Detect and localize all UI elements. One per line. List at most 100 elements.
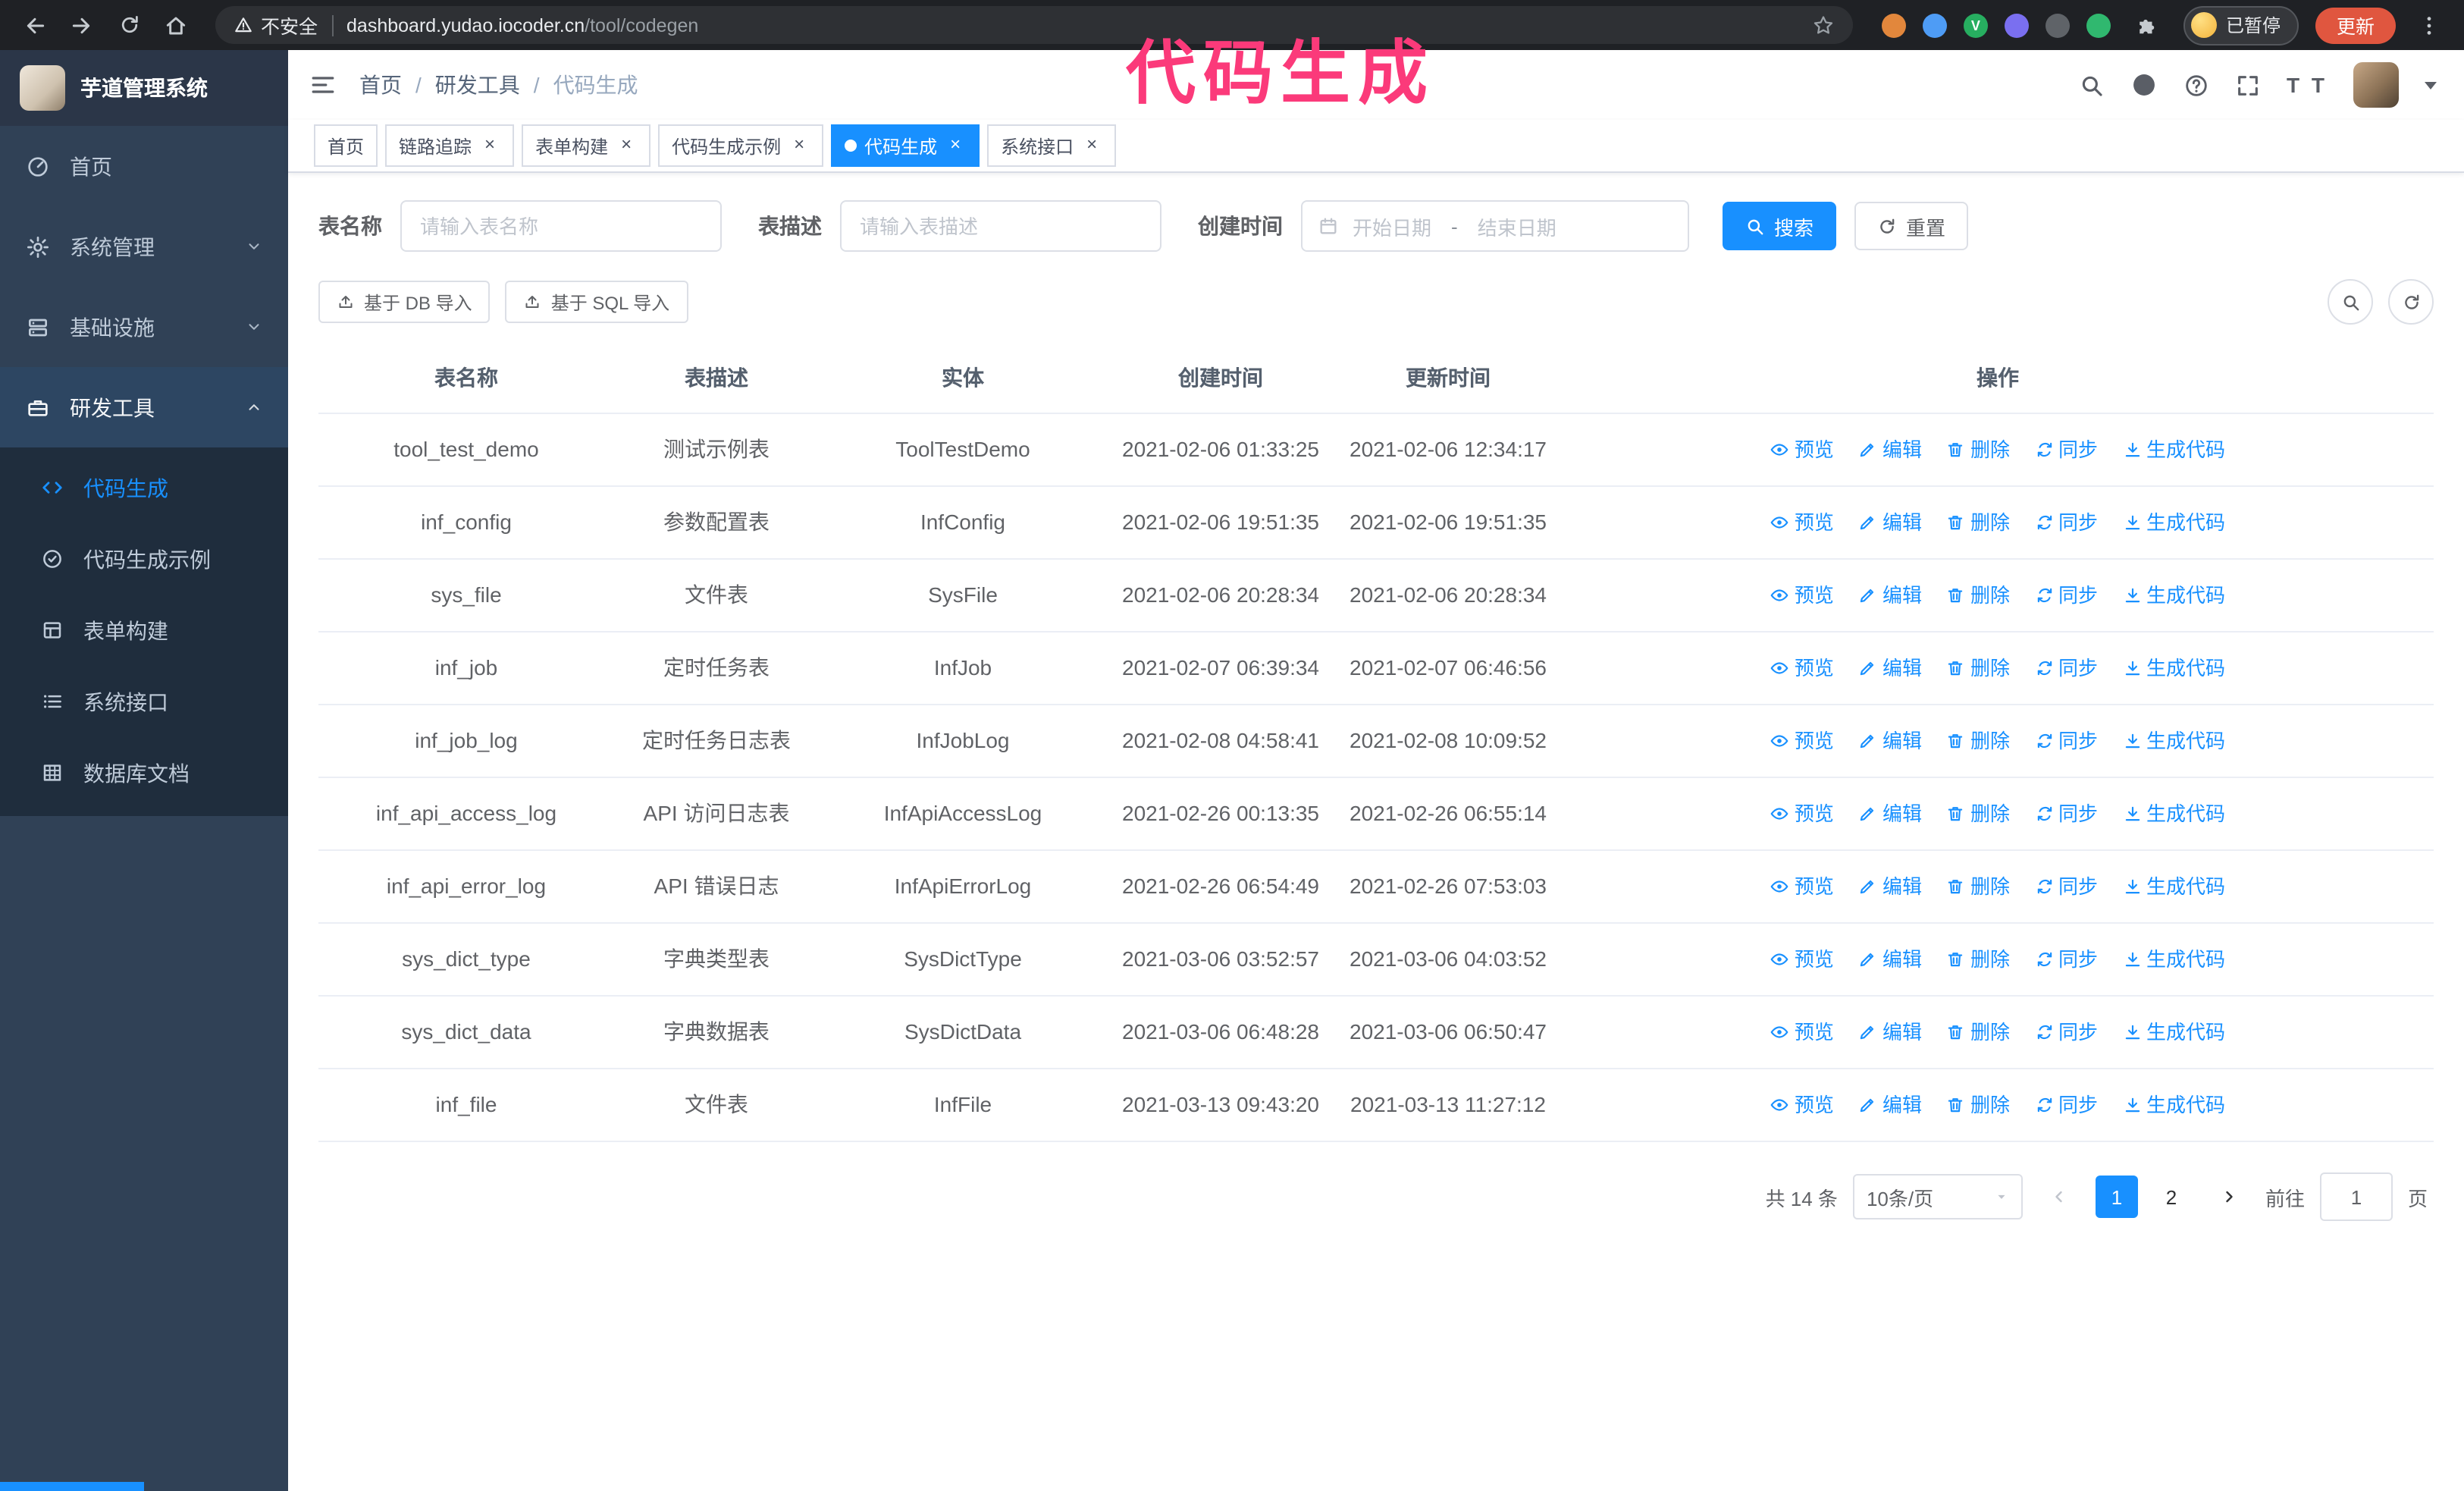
action-preview[interactable]: 预览 [1770, 1018, 1834, 1047]
search-icon[interactable] [2079, 72, 2105, 98]
action-preview[interactable]: 预览 [1770, 654, 1834, 683]
action-edit[interactable]: 编辑 [1858, 654, 1922, 683]
action-preview[interactable]: 预览 [1770, 1091, 1834, 1120]
sidebar-item-infra[interactable]: 基础设施 [0, 287, 288, 367]
sidebar-toggle[interactable] [309, 71, 337, 99]
action-delete[interactable]: 删除 [1946, 508, 2010, 538]
action-delete[interactable]: 删除 [1946, 654, 2010, 683]
action-delete[interactable]: 删除 [1946, 1091, 2010, 1120]
logo[interactable]: 芋道管理系统 [0, 50, 288, 126]
action-generate[interactable]: 生成代码 [2122, 508, 2225, 538]
action-sync[interactable]: 同步 [2034, 727, 2098, 756]
action-sync[interactable]: 同步 [2034, 581, 2098, 611]
browser-reload-button[interactable] [109, 5, 149, 45]
tab-codegen-example[interactable]: 代码生成示例 × [658, 124, 824, 167]
action-edit[interactable]: 编辑 [1858, 1018, 1922, 1047]
action-edit[interactable]: 编辑 [1858, 799, 1922, 829]
action-edit[interactable]: 编辑 [1858, 508, 1922, 538]
extension-icon-6[interactable] [2086, 13, 2111, 37]
action-generate[interactable]: 生成代码 [2122, 581, 2225, 611]
action-edit[interactable]: 编辑 [1858, 1091, 1922, 1120]
sidebar-subitem-api[interactable]: 系统接口 [0, 666, 288, 737]
toggle-search-button[interactable] [2328, 279, 2373, 325]
action-sync[interactable]: 同步 [2034, 654, 2098, 683]
action-generate[interactable]: 生成代码 [2122, 727, 2225, 756]
tab-close-icon[interactable]: × [945, 134, 966, 156]
reset-button[interactable]: 重置 [1854, 202, 1969, 250]
action-sync[interactable]: 同步 [2034, 435, 2098, 465]
action-preview[interactable]: 预览 [1770, 508, 1834, 538]
action-generate[interactable]: 生成代码 [2122, 1018, 2225, 1047]
action-delete[interactable]: 删除 [1946, 799, 2010, 829]
page-number-button[interactable]: 2 [2149, 1176, 2193, 1218]
action-generate[interactable]: 生成代码 [2122, 945, 2225, 975]
avatar[interactable] [2353, 62, 2399, 108]
page-number-button[interactable]: 1 [2095, 1176, 2138, 1218]
action-preview[interactable]: 预览 [1770, 727, 1834, 756]
action-preview[interactable]: 预览 [1770, 945, 1834, 975]
extension-icon-2[interactable] [1922, 13, 1947, 37]
action-generate[interactable]: 生成代码 [2122, 654, 2225, 683]
extensions-puzzle-icon[interactable] [2127, 5, 2167, 45]
action-generate[interactable]: 生成代码 [2122, 799, 2225, 829]
action-generate[interactable]: 生成代码 [2122, 872, 2225, 902]
action-preview[interactable]: 预览 [1770, 581, 1834, 611]
sidebar-subitem-codegen[interactable]: 代码生成 [0, 452, 288, 523]
avatar-caret-icon[interactable] [2425, 81, 2437, 89]
breadcrumb-item[interactable]: 首页 [359, 70, 402, 100]
profile-paused-chip[interactable]: 已暂停 [2183, 5, 2299, 45]
tab-close-icon[interactable]: × [788, 134, 810, 156]
extension-icon-5[interactable] [2045, 13, 2070, 37]
action-generate[interactable]: 生成代码 [2122, 435, 2225, 465]
address-bar[interactable]: 不安全 dashboard.yudao.iocoder.cn/tool/code… [215, 6, 1853, 44]
extension-icon-1[interactable] [1881, 13, 1906, 37]
breadcrumb-item[interactable]: 研发工具 [435, 70, 520, 100]
extension-icon-3[interactable]: V [1963, 13, 1988, 37]
sidebar-item-system[interactable]: 系统管理 [0, 206, 288, 287]
action-delete[interactable]: 删除 [1946, 1018, 2010, 1047]
next-page-button[interactable] [2207, 1176, 2250, 1218]
refresh-table-button[interactable] [2388, 279, 2434, 325]
browser-home-button[interactable] [156, 5, 196, 45]
action-edit[interactable]: 编辑 [1858, 945, 1922, 975]
goto-page-input[interactable] [2319, 1172, 2393, 1221]
sidebar-item-home[interactable]: 首页 [0, 126, 288, 206]
action-delete[interactable]: 删除 [1946, 872, 2010, 902]
date-range-picker[interactable]: 开始日期 - 结束日期 [1301, 200, 1689, 252]
security-warning[interactable]: 不安全 [234, 11, 318, 39]
action-sync[interactable]: 同步 [2034, 872, 2098, 902]
browser-forward-button[interactable] [62, 5, 102, 45]
action-edit[interactable]: 编辑 [1858, 581, 1922, 611]
action-edit[interactable]: 编辑 [1858, 727, 1922, 756]
tab-home[interactable]: 首页 [314, 124, 378, 167]
browser-back-button[interactable] [15, 5, 55, 45]
browser-update-button[interactable]: 更新 [2315, 7, 2396, 43]
font-size-icon[interactable]: T T [2287, 73, 2328, 97]
sidebar-subitem-form-builder[interactable]: 表单构建 [0, 595, 288, 666]
tab-codegen[interactable]: 代码生成 × [831, 124, 980, 167]
extension-icon-4[interactable] [2004, 13, 2029, 37]
action-delete[interactable]: 删除 [1946, 945, 2010, 975]
prev-page-button[interactable] [2037, 1176, 2080, 1218]
github-icon[interactable] [2130, 71, 2158, 99]
action-edit[interactable]: 编辑 [1858, 435, 1922, 465]
tab-close-icon[interactable]: × [479, 134, 500, 156]
action-sync[interactable]: 同步 [2034, 799, 2098, 829]
table-name-input[interactable] [400, 200, 722, 252]
sidebar-item-devtools[interactable]: 研发工具 [0, 367, 288, 447]
action-delete[interactable]: 删除 [1946, 435, 2010, 465]
fullscreen-icon[interactable] [2235, 72, 2261, 98]
action-generate[interactable]: 生成代码 [2122, 1091, 2225, 1120]
table-desc-input[interactable] [840, 200, 1161, 252]
action-sync[interactable]: 同步 [2034, 1091, 2098, 1120]
action-delete[interactable]: 删除 [1946, 727, 2010, 756]
action-delete[interactable]: 删除 [1946, 581, 2010, 611]
tab-api[interactable]: 系统接口 × [987, 124, 1117, 167]
tab-tracer[interactable]: 链路追踪 × [385, 124, 515, 167]
tab-close-icon[interactable]: × [1081, 134, 1102, 156]
help-icon[interactable] [2183, 72, 2209, 98]
action-preview[interactable]: 预览 [1770, 435, 1834, 465]
sidebar-subitem-codegen-example[interactable]: 代码生成示例 [0, 523, 288, 595]
bookmark-star-icon[interactable] [1812, 14, 1835, 36]
browser-menu-icon[interactable] [2409, 5, 2449, 45]
